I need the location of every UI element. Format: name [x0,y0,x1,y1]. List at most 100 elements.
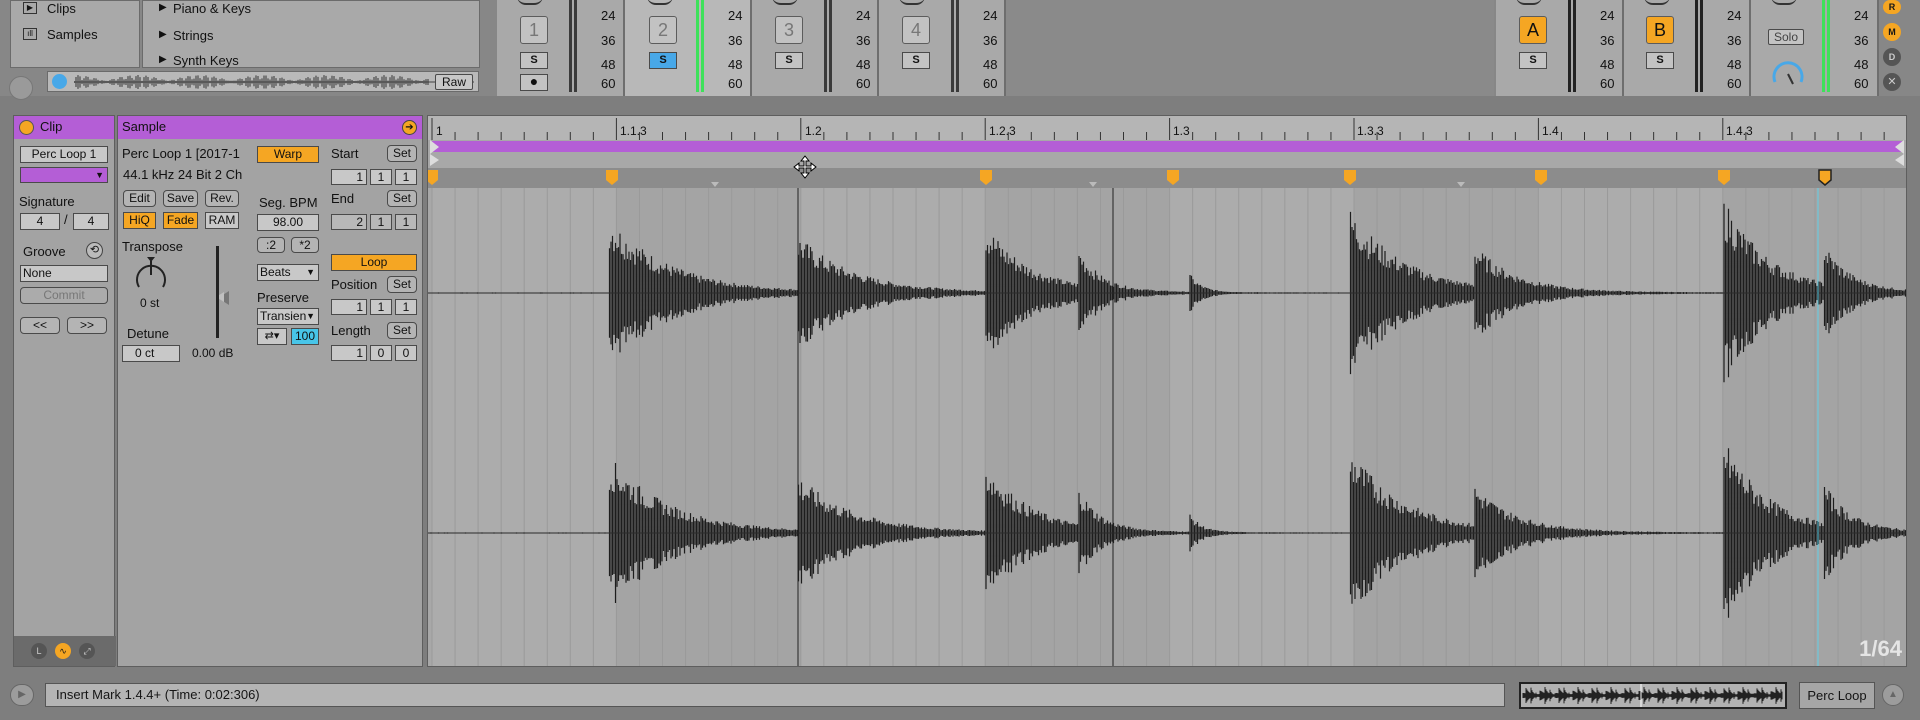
track-activator-4[interactable]: 4 [902,16,930,44]
nudge-forward-button[interactable]: >> [67,317,107,334]
track-activator-2[interactable]: 2 [649,16,677,44]
solo-button-4[interactable]: S [902,52,930,69]
pan-knob-icon[interactable] [647,0,673,5]
play-icon[interactable]: ▶ [10,684,34,706]
transient-envelope-field[interactable]: 100 [291,328,319,345]
hiq-toggle[interactable]: HiQ [123,212,156,229]
signature-denominator[interactable]: 4 [73,213,109,230]
groove-hotswap-icon[interactable]: ⟲ [86,242,103,259]
solo-button-3[interactable]: S [775,52,803,69]
start-set-button[interactable]: Set [387,145,417,162]
crossfader-icon[interactable]: ✕ [1883,73,1901,91]
mixer-toggle-button[interactable]: M [1883,23,1901,41]
edit-button[interactable]: Edit [123,190,156,207]
pan-knob-icon[interactable] [772,0,798,5]
preview-icon[interactable] [52,74,67,89]
half-tempo-button[interactable]: :2 [257,237,285,253]
preserve-value: Transient [260,309,310,323]
pan-knob-icon[interactable] [899,0,925,5]
groove-select[interactable]: None [20,265,108,282]
start-sixteenth[interactable]: 1 [395,169,417,185]
save-button[interactable]: Save [163,190,198,207]
end-bar[interactable]: 2 [331,214,367,230]
record-arm-icon[interactable]: ● [520,74,548,91]
db-label: 36 [1854,33,1869,48]
nudge-back-button[interactable]: << [20,317,60,334]
length-set-button[interactable]: Set [387,322,417,339]
delay-toggle-button[interactable]: D [1883,48,1901,66]
return-activator-b[interactable]: B [1646,16,1674,44]
signature-separator: / [64,212,68,227]
master-solo-button[interactable]: Solo [1768,29,1804,45]
track-activator-3[interactable]: 3 [775,16,803,44]
track-activator-1[interactable]: 1 [520,16,548,44]
folder-synth-keys[interactable]: Synth Keys [173,53,239,68]
warp-mode-select[interactable]: Beats ▼ [257,264,319,281]
beat-time-ruler[interactable]: 1 1.1.3 1.2 1.2.3 1.3 1.3.3 1.4 1.4.3 [428,116,1906,140]
length-beat[interactable]: 0 [370,345,392,361]
warp-marker-lane[interactable] [428,168,1906,188]
loop-brace[interactable] [432,141,1902,152]
warp-toggle[interactable]: Warp [257,146,319,163]
selected-track-label[interactable]: Perc Loop [1799,682,1875,709]
end-sixteenth[interactable]: 1 [395,214,417,230]
pan-knob-icon[interactable] [1516,0,1542,5]
seg-bpm-field[interactable]: 98.00 [257,214,319,231]
return-solo-a[interactable]: S [1519,52,1547,69]
signature-numerator[interactable]: 4 [20,213,60,230]
end-marker-icon[interactable] [1895,154,1904,166]
start-bar[interactable]: 1 [331,169,367,185]
pan-knob-icon[interactable] [1771,0,1797,5]
folder-piano-keys[interactable]: Piano & Keys [173,1,251,16]
envelopes-icon[interactable]: ⤢ [79,643,95,659]
launch-settings-icon[interactable]: L [31,643,47,659]
sample-editor[interactable]: 1 1.1.3 1.2 1.2.3 1.3 1.3.3 1.4 1.4.3 1/… [427,115,1907,667]
start-marker-icon[interactable] [430,154,439,166]
clip-color-select[interactable]: ▼ [20,167,108,183]
end-beat[interactable]: 1 [370,214,392,230]
pan-knob-icon[interactable] [1644,0,1670,5]
ram-toggle[interactable]: RAM [205,212,239,229]
length-sixteenth[interactable]: 0 [395,345,417,361]
reverse-button[interactable]: Rev. [205,190,239,207]
return-toggle-button[interactable]: R [1883,0,1901,14]
position-bar[interactable]: 1 [331,299,367,315]
preserve-select[interactable]: Transient ▼ [257,308,319,325]
sample-view-icon[interactable]: ∿ [55,643,71,659]
overview-strip[interactable] [1519,682,1787,709]
end-set-button[interactable]: Set [387,190,417,207]
fade-toggle[interactable]: Fade [163,212,198,229]
length-bar[interactable]: 1 [331,345,367,361]
pan-knob-icon[interactable] [517,0,543,5]
gain-slider[interactable] [216,246,219,338]
loop-start-marker-icon[interactable] [430,140,439,154]
cue-volume-knob[interactable] [1769,52,1807,90]
commit-button[interactable]: Commit [20,287,108,304]
start-beat[interactable]: 1 [370,169,392,185]
loop-end-marker-icon[interactable] [1895,140,1904,154]
folder-strings[interactable]: Strings [173,28,213,43]
solo-button-1[interactable]: S [520,52,548,69]
clip-name-field[interactable]: Perc Loop 1 [20,146,108,163]
end-label: End [331,191,355,206]
double-tempo-button[interactable]: *2 [291,237,319,253]
places-samples[interactable]: Samples [47,27,98,42]
browser-toggle-icon[interactable] [9,76,33,100]
raw-button[interactable]: Raw [435,74,473,90]
detune-field[interactable]: 0 ct [122,345,180,362]
clip-activator-icon[interactable] [19,120,34,135]
return-activator-a[interactable]: A [1519,16,1547,44]
position-sixteenth[interactable]: 1 [395,299,417,315]
session-mixer: ▶ Clips ıll Samples ▶ Piano & Keys ▶ Str… [0,0,1920,100]
waveform-display[interactable] [428,188,1907,667]
position-set-button[interactable]: Set [387,276,417,293]
solo-button-2[interactable]: S [649,52,677,69]
loop-mode-icon[interactable]: ⇄▾ [257,328,287,345]
return-solo-b[interactable]: S [1646,52,1674,69]
expand-arrow-icon[interactable]: ➔ [402,120,417,135]
transpose-knob[interactable] [133,257,169,293]
places-clips[interactable]: Clips [47,1,76,16]
loop-toggle[interactable]: Loop [331,254,417,271]
gain-value: 0.00 dB [192,346,234,360]
position-beat[interactable]: 1 [370,299,392,315]
